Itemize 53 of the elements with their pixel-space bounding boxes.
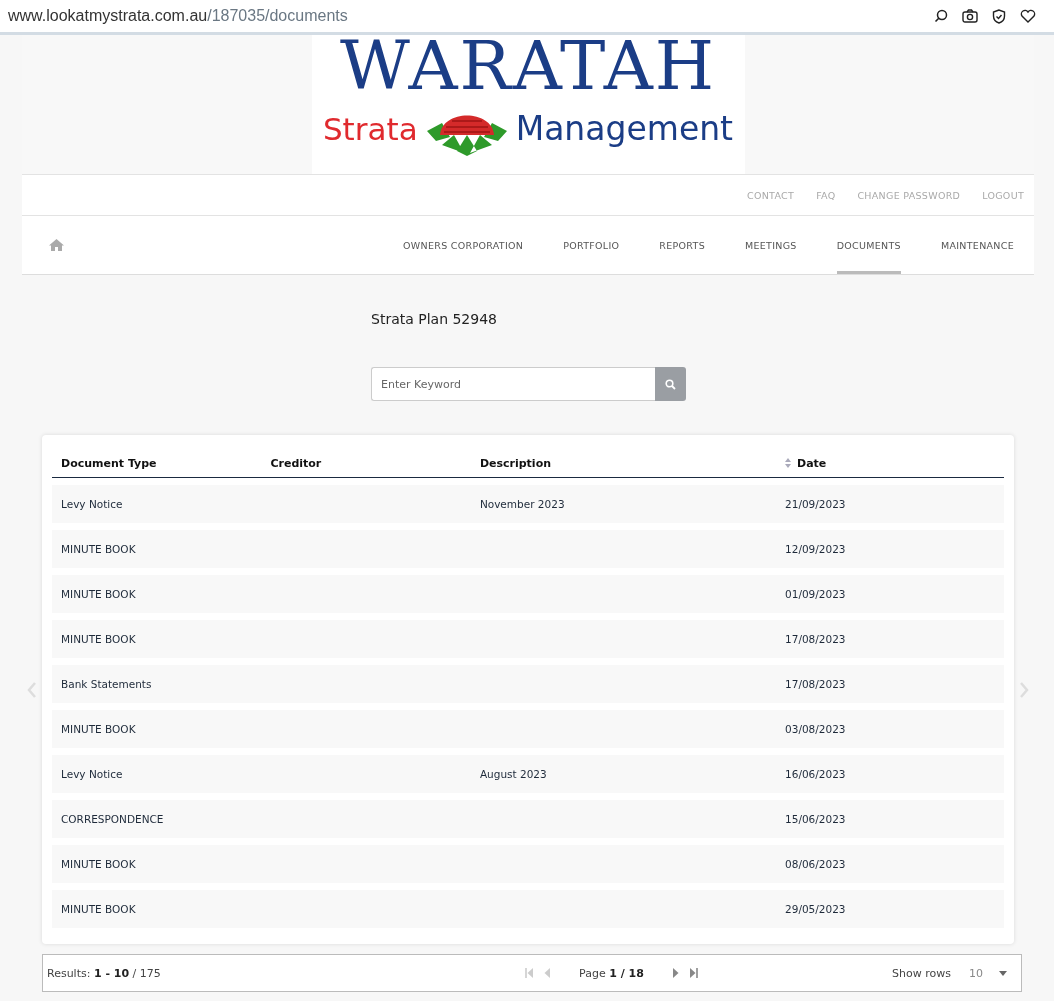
table-cell: 15/06/2023	[785, 800, 1004, 838]
camera-icon[interactable]	[962, 9, 978, 23]
column-header[interactable]: Document Type	[52, 453, 262, 478]
table-cell: CORRESPONDENCE	[52, 800, 262, 838]
logo-word: Management	[515, 109, 734, 148]
next-page-icon[interactable]	[671, 968, 679, 978]
table-cell: November 2023	[470, 485, 786, 523]
table-cell: 08/06/2023	[785, 845, 1004, 883]
table-cell: MINUTE BOOK	[52, 845, 262, 883]
nav-tab[interactable]: REPORTS	[659, 216, 705, 274]
table-cell: 16/06/2023	[785, 755, 1004, 793]
table-cell: 03/08/2023	[785, 710, 1004, 748]
table-cell: MINUTE BOOK	[52, 530, 262, 568]
last-page-icon[interactable]	[688, 968, 698, 978]
logo-title: WARATAH	[339, 31, 717, 101]
table-cell: 17/08/2023	[785, 620, 1004, 658]
table-cell: 12/09/2023	[785, 530, 1004, 568]
search-icon	[665, 378, 676, 390]
table-cell: MINUTE BOOK	[52, 890, 262, 928]
table-cell: 21/09/2023	[785, 485, 1004, 523]
rows-per-page-select[interactable]: 10	[963, 965, 1013, 981]
table-cell: MINUTE BOOK	[52, 620, 262, 658]
results-count: Results: 1 - 10 / 175	[47, 966, 161, 980]
table-cell: MINUTE BOOK	[52, 710, 262, 748]
column-header[interactable]: Date	[797, 457, 827, 470]
previous-page-icon[interactable]	[544, 968, 552, 978]
sort-icon[interactable]	[785, 458, 792, 468]
logo-word: Strata	[322, 110, 418, 147]
column-header[interactable]: Description	[470, 453, 786, 478]
table-cell: Levy Notice	[52, 755, 262, 793]
caret-icon	[999, 970, 1007, 976]
nav-tab[interactable]: MAINTENANCE	[940, 216, 1014, 274]
table-cell: 17/08/2023	[785, 665, 1004, 703]
nav-tab[interactable]: DOCUMENTS	[836, 216, 901, 274]
show-rows-label: Show rows	[892, 966, 951, 980]
table-cell: MINUTE BOOK	[52, 575, 262, 613]
plan-title: Strata Plan 52948	[371, 311, 498, 327]
nav-tab[interactable]: MEETINGS	[745, 216, 797, 274]
keyword-search-field[interactable]: Enter Keyword	[371, 367, 655, 401]
nav-tab[interactable]: PORTFOLIO	[563, 216, 620, 274]
table-cell: August 2023	[470, 755, 786, 793]
shield-icon[interactable]	[992, 8, 1006, 24]
nav-tab[interactable]: OWNERS CORPORATION	[403, 216, 524, 274]
search-icon[interactable]	[934, 9, 948, 23]
column-header[interactable]: Creditor	[261, 453, 471, 478]
table-cell: 29/05/2023	[785, 890, 1004, 928]
table-cell: Bank Statements	[52, 665, 262, 703]
first-page-icon[interactable]	[525, 968, 535, 978]
page-indicator: Page 1 / 18	[579, 966, 644, 980]
table-cell: Levy Notice	[52, 485, 262, 523]
table-cell: 01/09/2023	[785, 575, 1004, 613]
heart-icon[interactable]	[1020, 9, 1036, 23]
search-button[interactable]	[655, 367, 686, 401]
